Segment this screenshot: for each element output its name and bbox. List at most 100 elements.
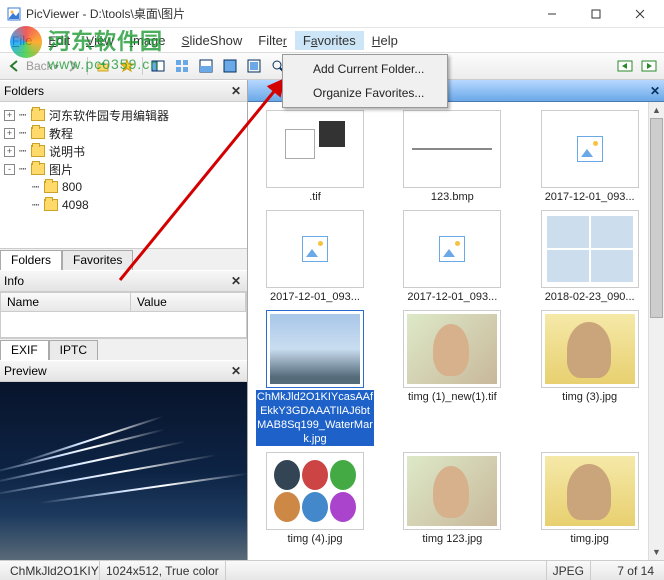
close-folders-icon[interactable]: ✕: [229, 84, 243, 98]
file-scrollbar[interactable]: ▲ ▼: [648, 102, 664, 560]
folder-icon: [31, 163, 45, 175]
tree-label: 图片: [49, 161, 73, 178]
tab-iptc[interactable]: IPTC: [49, 340, 98, 360]
title-bar: PicViewer - D:\tools\桌面\图片: [0, 0, 664, 28]
forward-button[interactable]: [61, 55, 83, 77]
folders-title: Folders: [4, 84, 229, 98]
expand-icon[interactable]: +: [4, 146, 15, 157]
thumbnail-item[interactable]: .tif: [252, 110, 378, 204]
thumbnail-image: [541, 452, 639, 530]
thumbnail-item[interactable]: 2017-12-01_093...: [389, 210, 515, 304]
thumbnail-item[interactable]: timg.jpg: [527, 452, 653, 546]
back-label: Back: [26, 59, 53, 73]
thumbnail-item[interactable]: 123.bmp: [389, 110, 515, 204]
back-button[interactable]: [4, 55, 26, 77]
left-tabs: Folders Favorites: [0, 248, 247, 270]
thumbnail-item[interactable]: ChMkJld2O1KIYcasAAfEkkY3GDAAATIlAJ6btMAB…: [252, 310, 378, 446]
folders-panel-header: Folders ✕: [0, 80, 247, 102]
info-col-name[interactable]: Name: [1, 293, 131, 311]
thumbnail-image: [266, 210, 364, 288]
scroll-up-icon[interactable]: ▲: [649, 102, 664, 118]
thumbnail-label: timg (4).jpg: [256, 532, 374, 546]
left-panel: Folders ✕ +┈河东软件园专用编辑器+┈教程+┈说明书-┈图片┈800┈…: [0, 80, 248, 560]
single-view-button[interactable]: [219, 55, 241, 77]
thumbnail-grid[interactable]: .tif123.bmp2017-12-01_093...2017-12-01_0…: [248, 102, 664, 560]
menu-filter[interactable]: Filter: [250, 31, 295, 50]
tab-favorites[interactable]: Favorites: [62, 250, 133, 270]
favorites-dropdown: Add Current Folder... Organize Favorites…: [282, 54, 448, 108]
add-current-folder-item[interactable]: Add Current Folder...: [285, 57, 445, 81]
close-preview-icon[interactable]: ✕: [229, 364, 243, 378]
menu-edit[interactable]: Edit: [40, 31, 78, 50]
folder-tree[interactable]: +┈河东软件园专用编辑器+┈教程+┈说明书-┈图片┈800┈4098: [0, 102, 247, 248]
thumbnail-image: [266, 110, 364, 188]
info-title: Info: [4, 274, 229, 288]
next-image-button[interactable]: [638, 55, 660, 77]
status-count: 7 of 14: [590, 561, 660, 580]
up-folder-button[interactable]: [92, 55, 114, 77]
menu-help[interactable]: Help: [364, 31, 406, 50]
thumbnail-image: [266, 452, 364, 530]
tree-label: 800: [62, 180, 82, 194]
thumbnail-item[interactable]: timg (3).jpg: [527, 310, 653, 446]
organize-favorites-item[interactable]: Organize Favorites...: [285, 81, 445, 105]
folder-icon: [44, 181, 58, 193]
menu-image[interactable]: Image: [122, 31, 174, 50]
thumbnail-item[interactable]: 2017-12-01_093...: [527, 110, 653, 204]
minimize-button[interactable]: [530, 0, 574, 28]
file-browser: ✕ .tif123.bmp2017-12-01_093...2017-12-01…: [248, 80, 664, 560]
info-tabs: EXIF IPTC: [0, 338, 247, 360]
thumbnail-label: timg (1)_new(1).tif: [393, 390, 511, 404]
close-window-button[interactable]: [618, 0, 662, 28]
menu-favorites[interactable]: Favorites: [295, 31, 364, 50]
tree-label: 河东软件园专用编辑器: [49, 107, 169, 124]
thumbnail-item[interactable]: 2017-12-01_093...: [252, 210, 378, 304]
window-title: PicViewer - D:\tools\桌面\图片: [26, 5, 530, 22]
thumbnails-button[interactable]: [171, 55, 193, 77]
status-filename: ChMkJld2O1KIY: [4, 561, 100, 580]
expand-icon[interactable]: -: [4, 164, 15, 175]
maximize-button[interactable]: [574, 0, 618, 28]
thumbnail-image: [403, 210, 501, 288]
thumbnail-label: 2017-12-01_093...: [256, 290, 374, 304]
scroll-thumb[interactable]: [650, 118, 663, 318]
close-browser-icon[interactable]: ✕: [650, 84, 660, 98]
close-info-icon[interactable]: ✕: [229, 274, 243, 288]
tree-node[interactable]: +┈说明书: [0, 142, 247, 160]
menu-slideshow[interactable]: SlideShow: [174, 31, 251, 50]
tree-label: 教程: [49, 125, 73, 142]
info-panel-header: Info ✕: [0, 270, 247, 292]
prev-image-button[interactable]: [614, 55, 636, 77]
menu-bar: FFileile Edit View Image SlideShow Filte…: [0, 28, 664, 52]
thumbnail-item[interactable]: 2018-02-23_090...: [527, 210, 653, 304]
menu-file[interactable]: FFileile: [4, 31, 40, 50]
folder-icon: [31, 109, 45, 121]
expand-icon[interactable]: +: [4, 110, 15, 121]
thumbnail-image: [266, 310, 364, 388]
tab-folders[interactable]: Folders: [0, 250, 62, 270]
tree-node[interactable]: +┈河东软件园专用编辑器: [0, 106, 247, 124]
folders-panel-button[interactable]: [147, 55, 169, 77]
tab-exif[interactable]: EXIF: [0, 340, 49, 360]
info-col-value[interactable]: Value: [131, 293, 246, 311]
preview-panel-header: Preview ✕: [0, 360, 247, 382]
scroll-down-icon[interactable]: ▼: [649, 544, 664, 560]
app-icon: [6, 6, 22, 22]
thumbnail-label: timg.jpg: [531, 532, 649, 546]
thumbnail-item[interactable]: timg (1)_new(1).tif: [389, 310, 515, 446]
thumbnail-item[interactable]: timg (4).jpg: [252, 452, 378, 546]
preview-panel-button[interactable]: [195, 55, 217, 77]
back-dropdown-icon[interactable]: ▾: [55, 62, 59, 71]
favorite-button[interactable]: [116, 55, 138, 77]
tree-node[interactable]: ┈4098: [0, 196, 247, 214]
tree-node[interactable]: -┈图片: [0, 160, 247, 178]
status-format: JPEG: [546, 561, 590, 580]
thumbnail-label: .tif: [256, 190, 374, 204]
thumbnail-image: [541, 110, 639, 188]
expand-icon[interactable]: +: [4, 128, 15, 139]
thumbnail-item[interactable]: timg 123.jpg: [389, 452, 515, 546]
menu-view[interactable]: View: [78, 31, 122, 50]
fit-button[interactable]: [243, 55, 265, 77]
tree-node[interactable]: +┈教程: [0, 124, 247, 142]
tree-node[interactable]: ┈800: [0, 178, 247, 196]
